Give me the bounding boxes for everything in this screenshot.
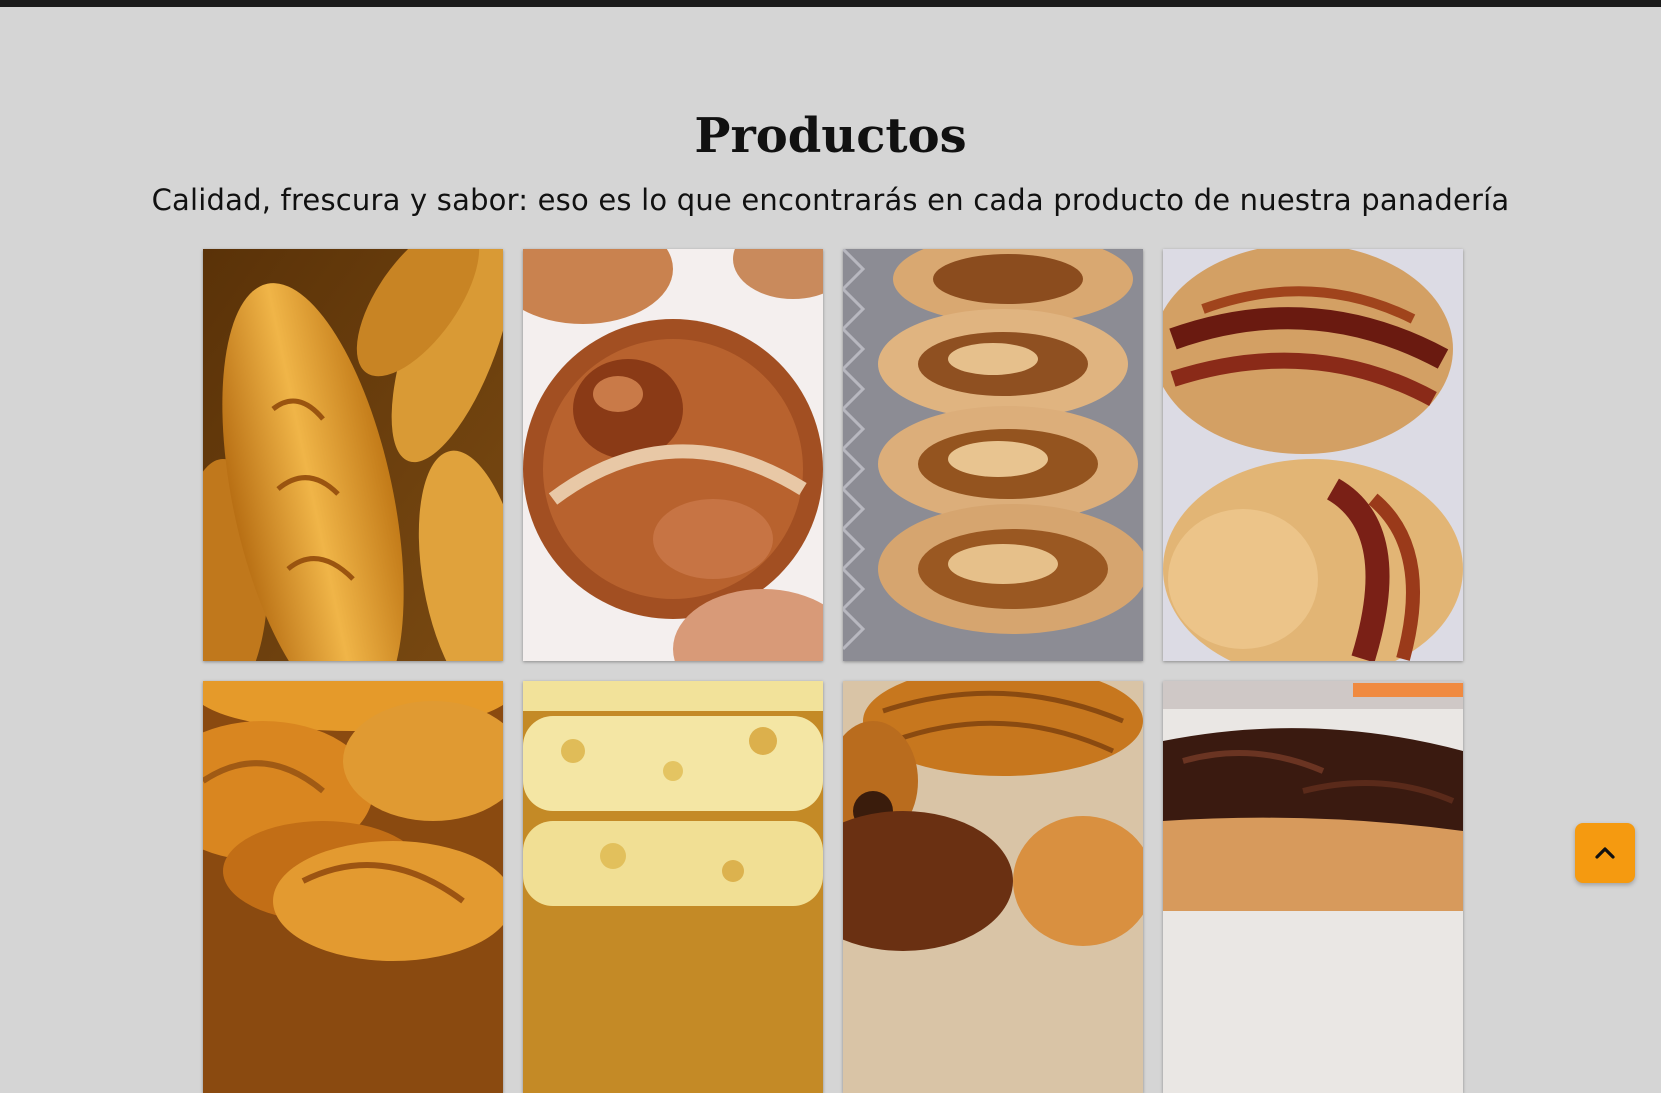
product-gallery [203,249,1464,1093]
chocolate-eclair-photo [1163,681,1463,1093]
section-title: Productos [694,108,967,164]
dulce-de-leche-roll-photo [843,249,1143,661]
section-subtitle: Calidad, frescura y sabor: eso es lo que… [151,183,1510,217]
product-card-baguette[interactable] [203,249,503,661]
product-card-sweet-bun[interactable] [523,249,823,661]
product-card-pain-au-chocolat[interactable] [843,681,1143,1093]
croissant-photo [203,681,503,1093]
cinnamon-swirl-pastry-photo [1163,249,1463,661]
scroll-to-top-button[interactable] [1575,823,1635,883]
cheese-bread-stick-photo [523,681,823,1093]
product-card-swirl-pastry[interactable] [1163,249,1463,661]
chevron-up-icon [1595,847,1615,859]
sweet-bun-photo [523,249,823,661]
top-navbar-edge [0,0,1661,7]
product-card-chocolate-eclair[interactable] [1163,681,1463,1093]
pain-au-chocolat-photo [843,681,1143,1093]
product-card-rolled-bread[interactable] [843,249,1143,661]
baguette-photo [203,249,503,661]
product-card-cheese-bread[interactable] [523,681,823,1093]
product-card-croissant[interactable] [203,681,503,1093]
